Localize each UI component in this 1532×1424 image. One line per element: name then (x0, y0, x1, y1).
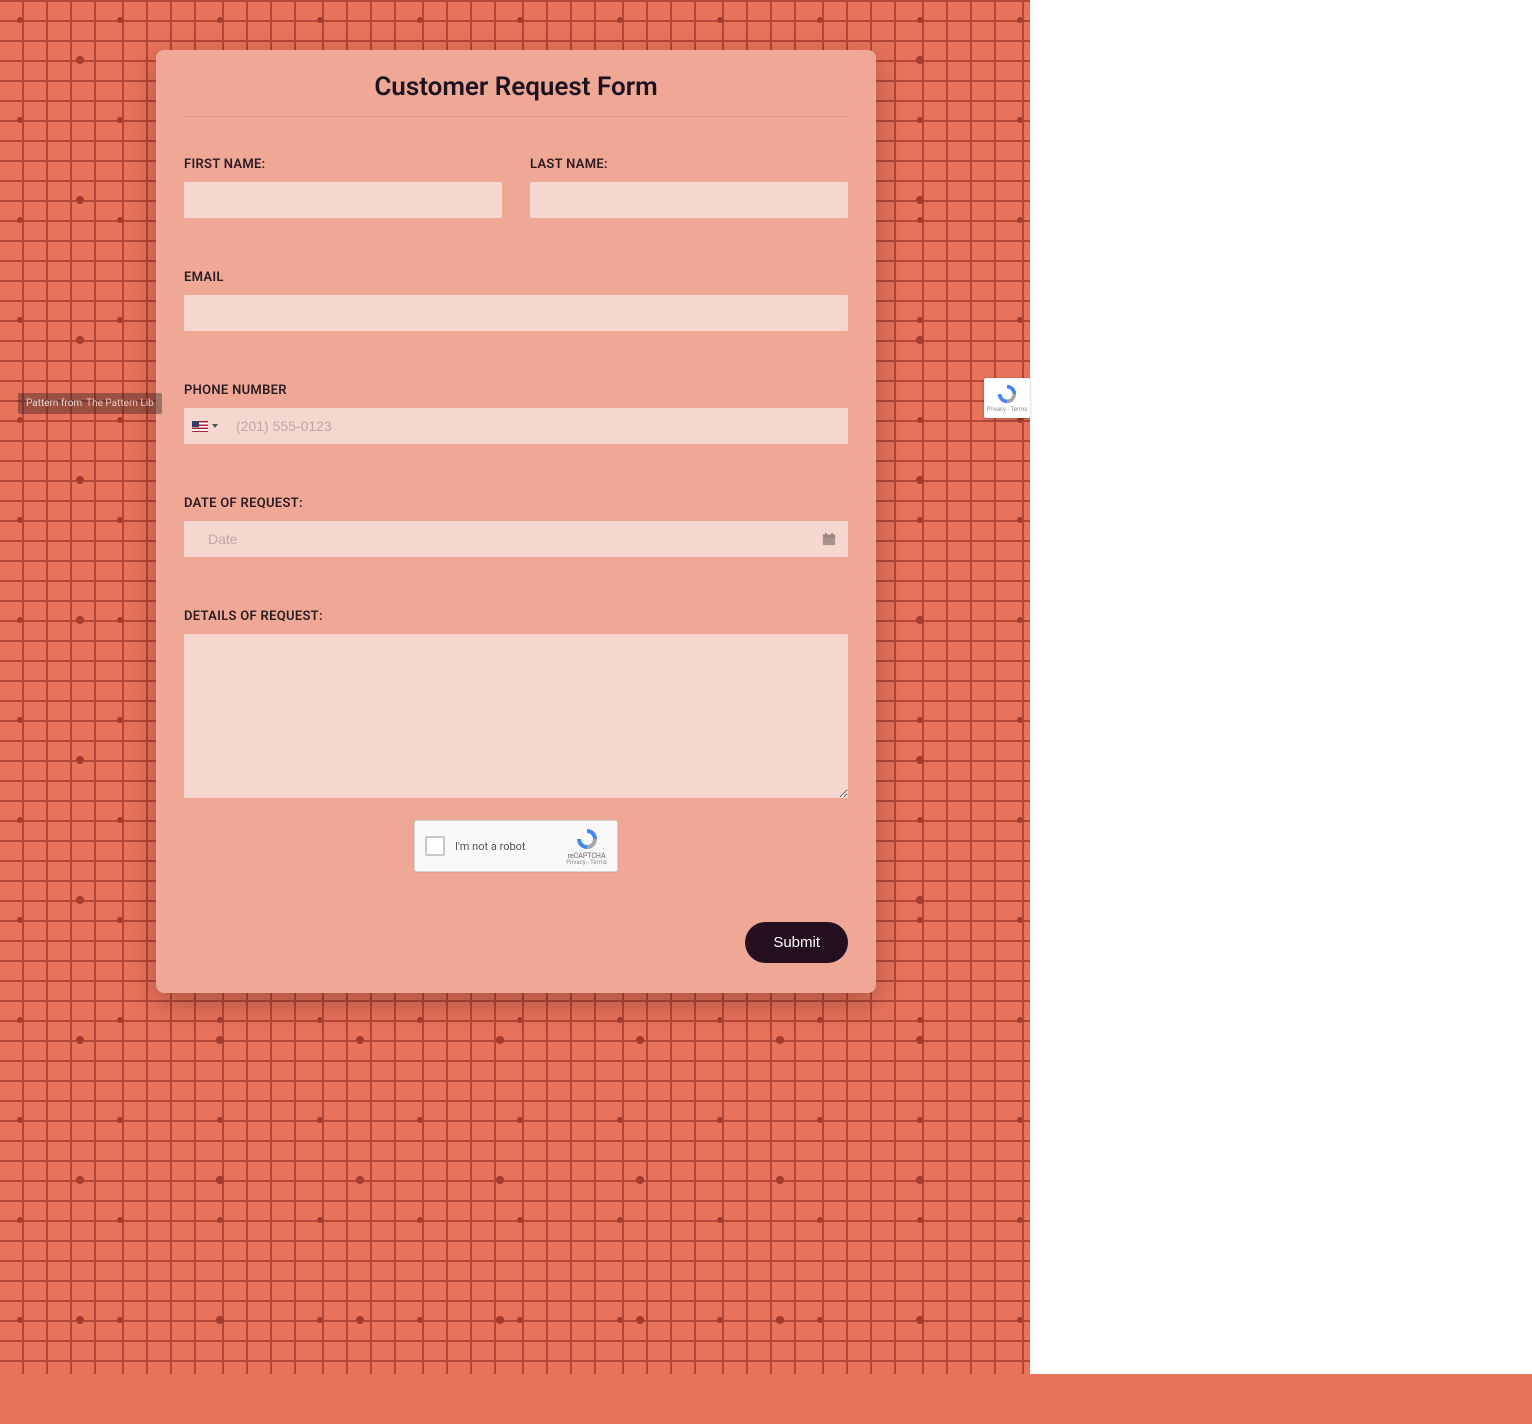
details-textarea[interactable] (184, 634, 848, 798)
date-input[interactable] (196, 521, 822, 557)
phone-country-selector[interactable] (192, 421, 224, 432)
submit-button[interactable]: Submit (745, 922, 848, 963)
last-name-input[interactable] (530, 182, 848, 218)
phone-label: PHONE NUMBER (184, 383, 848, 398)
attribution-prefix: Pattern from (26, 398, 82, 409)
recaptcha-floating-badge[interactable]: Privacy - Terms (984, 378, 1030, 418)
recaptcha-logo: reCAPTCHA Privacy - Terms (566, 827, 607, 866)
chevron-down-icon (212, 424, 218, 428)
recaptcha-icon (575, 827, 599, 851)
attribution-link[interactable]: The Pattern Lib (86, 398, 154, 409)
details-label: DETAILS OF REQUEST: (184, 609, 848, 624)
recaptcha-checkbox[interactable] (425, 836, 445, 856)
date-label: DATE OF REQUEST: (184, 496, 848, 511)
recaptcha-label: I'm not a robot (455, 840, 556, 853)
email-label: EMAIL (184, 270, 848, 285)
form-container: Customer Request Form FIRST NAME: LAST N… (156, 50, 876, 993)
first-name-input[interactable] (184, 182, 502, 218)
calendar-icon (822, 532, 836, 546)
email-input[interactable] (184, 295, 848, 331)
phone-input-wrap (184, 408, 848, 444)
phone-input[interactable] (224, 408, 848, 444)
date-input-wrap[interactable] (184, 521, 848, 557)
recaptcha-legal: Privacy - Terms (566, 860, 607, 866)
recaptcha-floating-legal: Privacy - Terms (987, 407, 1028, 413)
us-flag-icon (192, 421, 208, 432)
right-whitespace (1030, 0, 1532, 1374)
first-name-label: FIRST NAME: (184, 157, 502, 172)
pattern-attribution-badge: Pattern from The Pattern Lib (18, 393, 162, 414)
last-name-label: LAST NAME: (530, 157, 848, 172)
form-title: Customer Request Form (184, 72, 848, 117)
recaptcha-widget[interactable]: I'm not a robot reCAPTCHA Privacy - Term… (414, 820, 618, 872)
recaptcha-icon (996, 383, 1018, 405)
